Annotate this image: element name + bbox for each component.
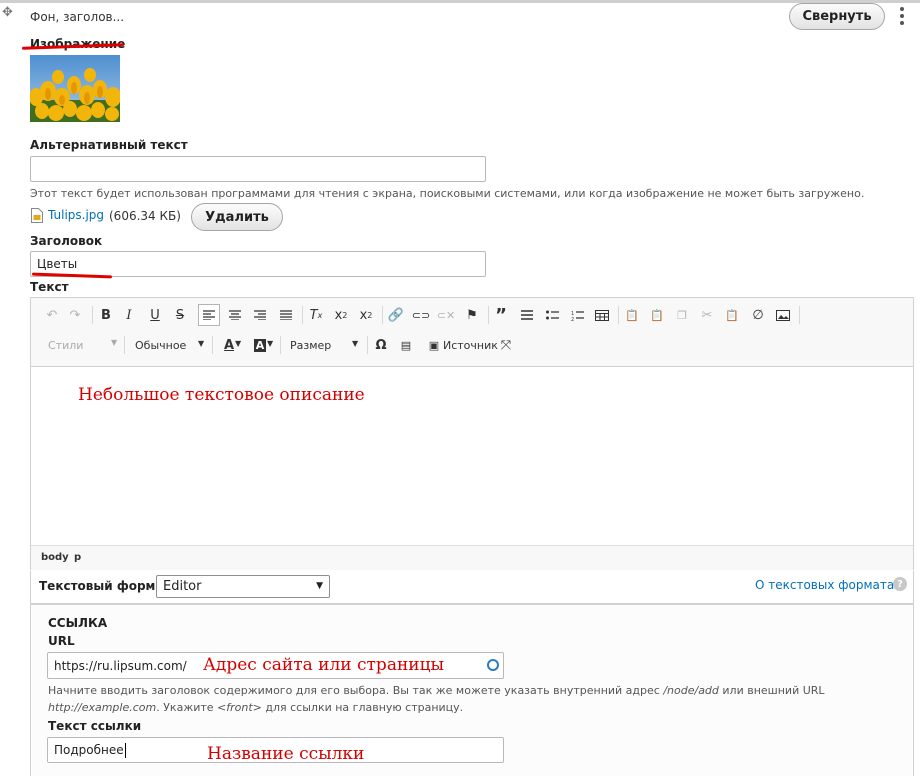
- template-icon[interactable]: ▤: [395, 334, 417, 356]
- alt-text-label: Альтернативный текст: [30, 138, 188, 152]
- chevron-down-icon: ▼: [198, 339, 205, 348]
- unlink-icon[interactable]: ⊂✕: [435, 304, 457, 326]
- bold-icon[interactable]: B: [95, 304, 117, 326]
- autocomplete-throbber-icon: [487, 659, 499, 671]
- chevron-down-icon: ▼: [267, 339, 274, 348]
- title-input[interactable]: Цветы: [30, 251, 486, 277]
- svg-text:2: 2: [571, 317, 574, 321]
- align-right-icon[interactable]: [249, 304, 271, 326]
- text-label: Текст: [30, 280, 69, 294]
- superscript-icon[interactable]: x2: [330, 304, 352, 326]
- alt-text-description: Этот текст будет использован программами…: [30, 187, 865, 200]
- paste-text-icon[interactable]: 📋: [621, 304, 643, 326]
- italic-icon[interactable]: I: [118, 304, 140, 326]
- horizontal-line-icon[interactable]: [516, 304, 538, 326]
- styles-dropdown[interactable]: Стили: [48, 339, 83, 352]
- link-text-annotation: Название ссылки: [207, 744, 365, 764]
- paste-icon[interactable]: 📋: [721, 304, 743, 326]
- anchor-flag-icon[interactable]: ⚑: [461, 304, 483, 326]
- text-format-select[interactable]: Editor ▼: [156, 575, 330, 598]
- text-format-value: Editor: [163, 579, 202, 594]
- format-dropdown[interactable]: Обычное: [135, 339, 186, 352]
- chevron-down-icon: ▼: [316, 581, 323, 591]
- image-insert-icon[interactable]: [772, 304, 794, 326]
- editor-content[interactable]: Небольшое текстовое описание: [78, 385, 365, 405]
- undo-icon[interactable]: ↶: [41, 304, 63, 326]
- element-path-bar: body p: [31, 545, 913, 570]
- link-text-label: Текст ссылки: [48, 719, 142, 733]
- maximize-icon[interactable]: ⤧: [495, 334, 517, 356]
- url-label: URL: [48, 634, 75, 648]
- subscript-icon[interactable]: x2: [355, 304, 377, 326]
- collapse-button[interactable]: Свернуть: [789, 3, 885, 30]
- numbered-list-icon[interactable]: 12: [566, 304, 588, 326]
- url-help-line-1: Начните вводить заголовок содержимого дл…: [48, 684, 825, 697]
- more-options-icon[interactable]: [898, 7, 906, 29]
- drag-handle-icon[interactable]: ✥: [2, 5, 13, 20]
- chevron-down-icon: ▼: [111, 338, 118, 347]
- size-dropdown[interactable]: Размер: [290, 339, 331, 352]
- url-value: https://ru.lipsum.com/: [54, 658, 187, 673]
- align-left-icon[interactable]: [198, 304, 220, 326]
- editor-toolbar: ↶ ↷ B I U S Tx x2 x2 🔗 ⊂⊃ ⊂✕ ⚑ ” 12 📋 📋 …: [31, 298, 913, 367]
- link-icon[interactable]: 🔗: [385, 304, 407, 326]
- align-justify-icon[interactable]: [275, 304, 297, 326]
- special-char-icon[interactable]: Ω: [370, 334, 392, 356]
- text-format-label: Текстовый формат: [39, 579, 171, 593]
- image-thumbnail[interactable]: [30, 55, 120, 122]
- chevron-down-icon: ▼: [235, 339, 242, 348]
- url-annotation: Адрес сайта или страницы: [203, 655, 445, 675]
- help-icon[interactable]: ?: [893, 577, 907, 591]
- align-center-icon[interactable]: [224, 304, 246, 326]
- path-p[interactable]: p: [74, 552, 81, 563]
- file-size: (606.34 КБ): [109, 209, 181, 223]
- attachment-icon[interactable]: ∅: [747, 304, 769, 326]
- panel-title: Фон, заголов...: [30, 10, 125, 24]
- strikethrough-icon[interactable]: S: [169, 304, 191, 326]
- paste-word-icon[interactable]: 📋: [646, 304, 668, 326]
- path-body[interactable]: body: [41, 552, 69, 563]
- chevron-down-icon: ▼: [352, 339, 359, 348]
- image-file-icon: [31, 208, 43, 223]
- blockquote-icon[interactable]: ”: [490, 304, 512, 326]
- link-section-heading: ССЫЛКА: [48, 616, 108, 630]
- title-label: Заголовок: [30, 234, 103, 248]
- link-alt-icon[interactable]: ⊂⊃: [410, 304, 432, 326]
- delete-button[interactable]: Удалить: [191, 203, 283, 231]
- text-formats-link[interactable]: О текстовых форматах: [755, 578, 901, 592]
- bulleted-list-icon[interactable]: [541, 304, 563, 326]
- link-text-value: Подробнее: [54, 743, 124, 757]
- cut-icon[interactable]: ✂: [696, 304, 718, 326]
- redo-icon[interactable]: ↷: [64, 304, 86, 326]
- underline-icon[interactable]: U: [144, 304, 166, 326]
- text-cursor: [124, 742, 126, 758]
- file-link[interactable]: Tulips.jpg: [48, 208, 104, 222]
- url-help-line-2: http://example.com. Укажите <front> для …: [48, 701, 464, 714]
- copy-icon[interactable]: ❐: [671, 304, 693, 326]
- source-button[interactable]: Источник: [443, 339, 498, 352]
- remove-format-icon[interactable]: Tx: [305, 304, 327, 326]
- source-icon[interactable]: ▣: [423, 334, 445, 356]
- table-icon[interactable]: [591, 304, 613, 326]
- top-border: [0, 0, 920, 3]
- alt-text-input[interactable]: [30, 156, 486, 182]
